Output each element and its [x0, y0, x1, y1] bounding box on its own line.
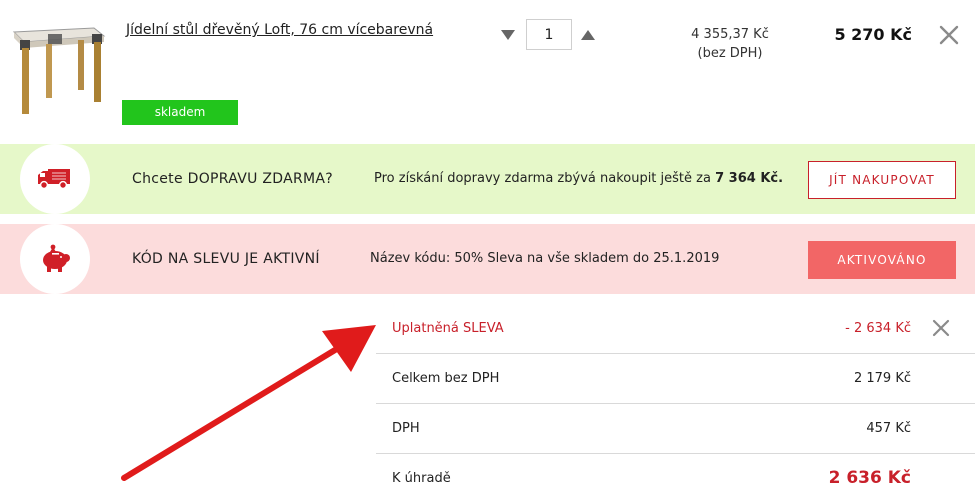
- shipping-desc-text: Pro získání dopravy zdarma zbývá nakoupi…: [374, 171, 711, 186]
- shipping-banner-title: Chcete DOPRAVU ZDARMA?: [132, 171, 333, 187]
- item-total-price: 5 270 Kč: [834, 25, 912, 44]
- discount-value: - 2 634 Kč: [845, 321, 911, 336]
- unit-price-note: (bez DPH): [697, 46, 763, 61]
- product-thumbnail[interactable]: [8, 22, 108, 118]
- vat-label: DPH: [392, 421, 420, 436]
- code-banner-description: Název kódu: 50% Sleva na vše skladem do …: [370, 251, 720, 266]
- quantity-decrease-icon[interactable]: [500, 28, 516, 42]
- discount-label: Uplatněná SLEVA: [392, 321, 504, 336]
- summary-row-net: Celkem bez DPH 2 179 Kč: [376, 354, 975, 404]
- shipping-remaining-amount: 7 364 Kč.: [715, 171, 784, 186]
- product-name-link[interactable]: Jídelní stůl dřevěný Loft, 76 cm vícebar…: [126, 22, 433, 38]
- code-banner-title: KÓD NA SLEVU JE AKTIVNÍ: [132, 251, 320, 267]
- remove-discount-close-icon[interactable]: [932, 319, 950, 337]
- remove-item-close-icon[interactable]: [938, 24, 960, 46]
- piggy-bank-icon: [43, 244, 70, 272]
- cart-item-row: Jídelní stůl dřevěný Loft, 76 cm vícebar…: [0, 0, 975, 140]
- amount-due-value: 2 636 Kč: [828, 468, 911, 488]
- delivery-truck-icon: [38, 169, 70, 190]
- summary-row-discount: Uplatněná SLEVA - 2 634 Kč: [376, 304, 975, 354]
- stock-status-badge: skladem: [122, 100, 238, 125]
- quantity-increase-icon[interactable]: [580, 28, 596, 42]
- order-summary: Uplatněná SLEVA - 2 634 Kč Celkem bez DP…: [376, 304, 975, 501]
- go-shopping-button[interactable]: JÍT NAKUPOVAT: [808, 161, 956, 199]
- net-total-value: 2 179 Kč: [853, 371, 911, 386]
- amount-due-label: K úhradě: [392, 471, 451, 486]
- shipping-icon-circle: [20, 144, 90, 214]
- quantity-input[interactable]: [526, 19, 572, 50]
- unit-price: 4 355,37 Kč (bez DPH): [660, 25, 800, 63]
- net-total-label: Celkem bez DPH: [392, 371, 500, 386]
- shipping-banner-description: Pro získání dopravy zdarma zbývá nakoupi…: [374, 171, 783, 186]
- free-shipping-banner: Chcete DOPRAVU ZDARMA? Pro získání dopra…: [0, 144, 975, 214]
- vat-value: 457 Kč: [866, 421, 911, 436]
- summary-row-vat: DPH 457 Kč: [376, 404, 975, 454]
- activated-button: AKTIVOVÁNO: [808, 241, 956, 279]
- summary-row-total: K úhradě 2 636 Kč: [376, 454, 975, 501]
- code-icon-circle: [20, 224, 90, 294]
- unit-price-value: 4 355,37 Kč: [691, 27, 769, 42]
- discount-code-banner: KÓD NA SLEVU JE AKTIVNÍ Název kódu: 50% …: [0, 224, 975, 294]
